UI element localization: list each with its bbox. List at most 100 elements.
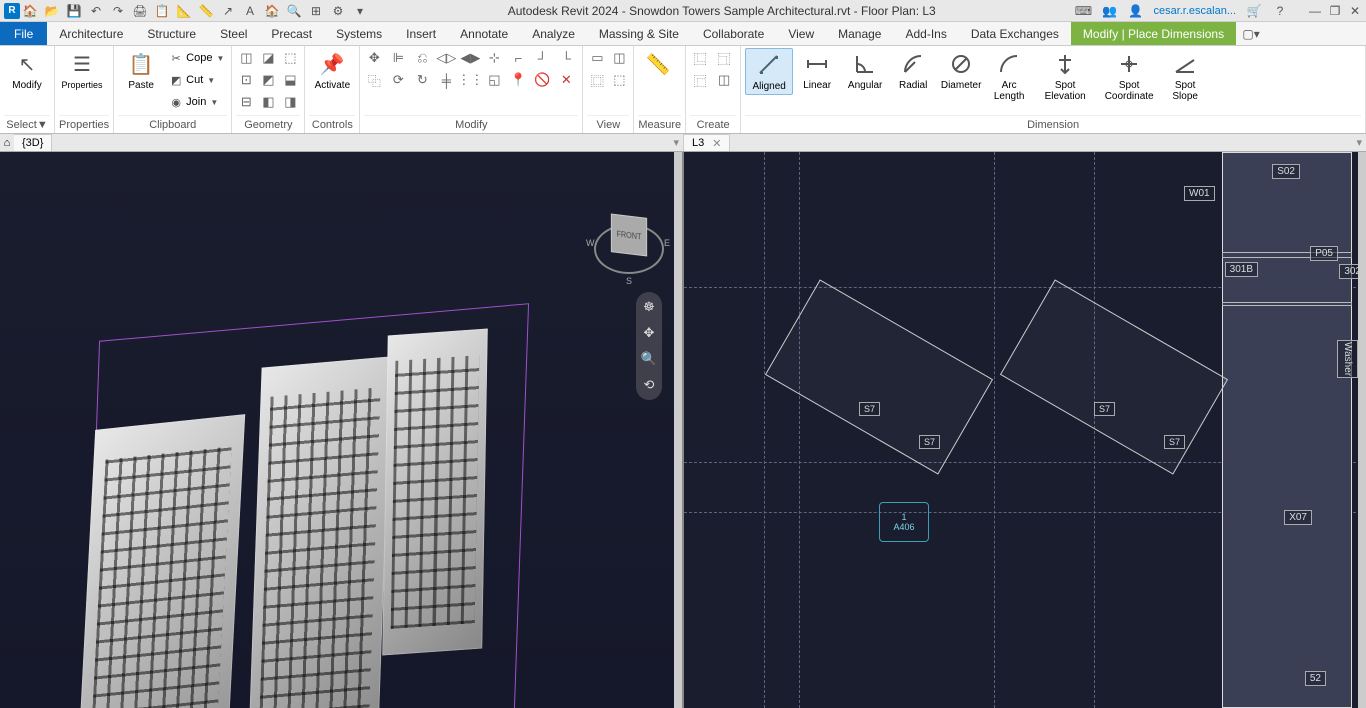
tab-modify-place-dimensions[interactable]: Modify | Place Dimensions (1071, 22, 1236, 45)
corner-icon[interactable]: └ (556, 48, 576, 68)
offset-icon[interactable]: ⎌ (412, 48, 432, 68)
tab-precast[interactable]: Precast (259, 22, 324, 45)
user-icon[interactable]: 👤 (1127, 3, 1143, 19)
scale-icon[interactable]: ◱ (484, 70, 504, 90)
spot-elevation-button[interactable]: Spot Elevation (1033, 48, 1097, 104)
cut-button[interactable]: ◩Cut▼ (166, 70, 227, 90)
view-icon-1[interactable]: ▭ (587, 48, 607, 68)
viewport-3d[interactable]: FRONT W E S ☸ ✥ 🔍 ⟲ (0, 152, 682, 708)
geom-icon-5[interactable]: ◩ (258, 70, 278, 90)
close-icon[interactable]: ✕ (712, 137, 721, 150)
tab-addins[interactable]: Add-Ins (893, 22, 958, 45)
tab-analyze[interactable]: Analyze (520, 22, 587, 45)
mirror-draw-icon[interactable]: ◀▶ (460, 48, 480, 68)
create-assembly-icon[interactable]: ⿹ (714, 48, 734, 68)
join-button[interactable]: ◉Join▼ (166, 92, 227, 112)
tab-massing[interactable]: Massing & Site (587, 22, 691, 45)
tab-systems[interactable]: Systems (324, 22, 394, 45)
mirror-pick-icon[interactable]: ◁▷ (436, 48, 456, 68)
view-tab-3d[interactable]: {3D} (14, 134, 52, 151)
create-parts-icon[interactable]: ◫ (714, 70, 734, 90)
view-tab-l3[interactable]: L3 ✕ (683, 134, 730, 151)
user-name[interactable]: cesar.r.escalan... (1153, 5, 1236, 17)
splitelem-icon[interactable]: ⊹ (484, 48, 504, 68)
help-icon[interactable]: ? (1272, 3, 1288, 19)
tab-manage[interactable]: Manage (826, 22, 893, 45)
print-icon[interactable]: 🖨 (132, 3, 148, 19)
paste-button[interactable]: 📋 Paste (118, 48, 164, 93)
tab-structure[interactable]: Structure (135, 22, 208, 45)
qat-dropdown-icon[interactable]: ▾ (352, 3, 368, 19)
align-icon[interactable]: 📏 (198, 3, 214, 19)
default3d-icon[interactable]: 🏠 (264, 3, 280, 19)
geom-icon-7[interactable]: ⊟ (236, 92, 256, 112)
tab-insert[interactable]: Insert (394, 22, 448, 45)
redo-icon[interactable]: ↷ (110, 3, 126, 19)
tab-collaborate[interactable]: Collaborate (691, 22, 776, 45)
tab-architecture[interactable]: Architecture (47, 22, 135, 45)
create-similar-icon[interactable]: ⿸ (690, 70, 710, 90)
thinlines-icon[interactable]: ⊞ (308, 3, 324, 19)
arc-length-button[interactable]: Arc Length (985, 48, 1033, 104)
minimize-button[interactable]: — (1308, 4, 1322, 18)
tab-finish-icon[interactable]: ▢▾ (1236, 22, 1266, 45)
extend-icon[interactable]: ┘ (532, 48, 552, 68)
tab-annotate[interactable]: Annotate (448, 22, 520, 45)
max-icon[interactable]: ▾ (1356, 136, 1362, 149)
geom-icon-9[interactable]: ◨ (280, 92, 300, 112)
steering-wheel-icon[interactable]: ☸ (640, 298, 658, 316)
dimension-icon[interactable]: 📐 (176, 3, 192, 19)
create-group-icon[interactable]: ⿺ (690, 48, 710, 68)
array-icon[interactable]: ⋮⋮ (460, 70, 480, 90)
rotate2-icon[interactable]: ↻ (412, 70, 432, 90)
diameter-button[interactable]: Diameter (937, 48, 985, 93)
pin-icon[interactable]: 📍 (508, 70, 528, 90)
geom-icon-4[interactable]: ⊡ (236, 70, 256, 90)
orbit-icon[interactable]: ⟲ (640, 376, 658, 394)
scrollbar-vertical[interactable] (674, 152, 682, 708)
close-button[interactable]: ✕ (1348, 4, 1362, 18)
tab-steel[interactable]: Steel (208, 22, 259, 45)
save-icon[interactable]: 💾 (66, 3, 82, 19)
measure-button[interactable]: 📏 (638, 48, 678, 80)
people-icon[interactable]: 👥 (1101, 3, 1117, 19)
geom-icon-1[interactable]: ◫ (236, 48, 256, 68)
tab-view[interactable]: View (776, 22, 826, 45)
unpin-icon[interactable]: 🚫 (532, 70, 552, 90)
move-icon[interactable]: ✥ (364, 48, 384, 68)
splitgap-icon[interactable]: ╪ (436, 70, 456, 90)
home-icon[interactable]: 🏠 (22, 3, 38, 19)
select-panel-title[interactable]: Select (6, 119, 37, 131)
pan-icon[interactable]: ✥ (640, 324, 658, 342)
keyboard-icon[interactable]: ⌨ (1075, 3, 1091, 19)
activate-button[interactable]: 📌 Activate (309, 48, 355, 93)
zoom-nav-icon[interactable]: 🔍 (640, 350, 658, 368)
viewport-floorplan[interactable]: S02 W01 P05 301B 302 X07 52 Washer S7 S7… (682, 152, 1366, 708)
pin-icon[interactable]: ▾ (673, 136, 679, 149)
copy-icon[interactable]: ⿻ (364, 70, 384, 90)
trim-icon[interactable]: ⌐ (508, 48, 528, 68)
home-view-icon[interactable]: ⌂ (0, 137, 14, 149)
scrollbar-vertical[interactable] (1358, 152, 1366, 708)
cope-button[interactable]: ✂Cope▼ (166, 48, 227, 68)
view-icon-2[interactable]: ◫ (609, 48, 629, 68)
text-icon[interactable]: A (242, 3, 258, 19)
geom-icon-6[interactable]: ⬓ (280, 70, 300, 90)
spot-coordinate-button[interactable]: Spot Coordinate (1097, 48, 1161, 104)
options-icon[interactable]: ⚙ (330, 3, 346, 19)
spot-slope-button[interactable]: Spot Slope (1161, 48, 1209, 104)
viewcube-face[interactable]: FRONT (611, 213, 647, 256)
properties-button[interactable]: ☰ Properties (59, 48, 105, 93)
aligned-button[interactable]: Aligned (745, 48, 793, 95)
align-icon[interactable]: ⊫ (388, 48, 408, 68)
open-icon[interactable]: 📂 (44, 3, 60, 19)
tab-dataexchanges[interactable]: Data Exchanges (959, 22, 1071, 45)
rotate-icon[interactable]: ⟳ (388, 70, 408, 90)
delete-icon[interactable]: ✕ (556, 70, 576, 90)
chevron-down-icon[interactable]: ▼ (37, 119, 48, 131)
zoom-icon[interactable]: 🔍 (286, 3, 302, 19)
radial-button[interactable]: Radial (889, 48, 937, 93)
view-cube[interactable]: FRONT W E S (594, 210, 664, 280)
clipboard-icon[interactable]: 📋 (154, 3, 170, 19)
angular-button[interactable]: Angular (841, 48, 889, 93)
